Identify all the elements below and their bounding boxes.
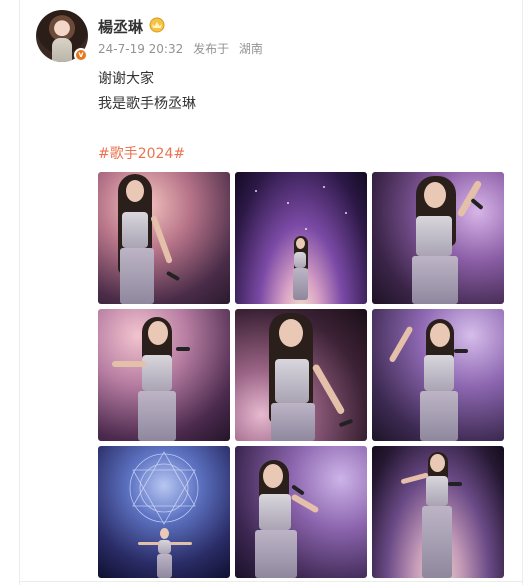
username[interactable]: 楊丞琳 — [98, 16, 143, 37]
photo-3[interactable] — [372, 172, 504, 304]
post-timestamp[interactable]: 24-7-19 20:32 — [98, 42, 183, 56]
photo-6[interactable] — [372, 309, 504, 441]
verified-badge-icon: v — [74, 48, 88, 62]
photo-5[interactable] — [235, 309, 367, 441]
photo-1[interactable] — [98, 172, 230, 304]
photo-4[interactable] — [98, 309, 230, 441]
post-text-line-1: 谢谢大家 — [98, 71, 154, 87]
post-meta: 24-7-19 20:32 发布于 湖南 — [98, 40, 269, 57]
avatar[interactable]: v — [36, 10, 88, 62]
vip-crown-icon[interactable] — [148, 15, 166, 33]
card-border-bottom — [19, 581, 523, 582]
post-text-line-2: 我是歌手杨丞琳 — [98, 96, 196, 112]
post-location: 湖南 — [238, 42, 263, 56]
photo-7[interactable] — [98, 446, 230, 578]
post-source-prefix: 发布于 — [193, 42, 230, 56]
hashtag-link[interactable]: #歌手2024# — [98, 143, 185, 163]
photo-8[interactable] — [235, 446, 367, 578]
card-border-left — [19, 0, 20, 585]
photo-9[interactable] — [372, 446, 504, 578]
photo-2[interactable] — [235, 172, 367, 304]
card-border-right — [522, 0, 523, 585]
